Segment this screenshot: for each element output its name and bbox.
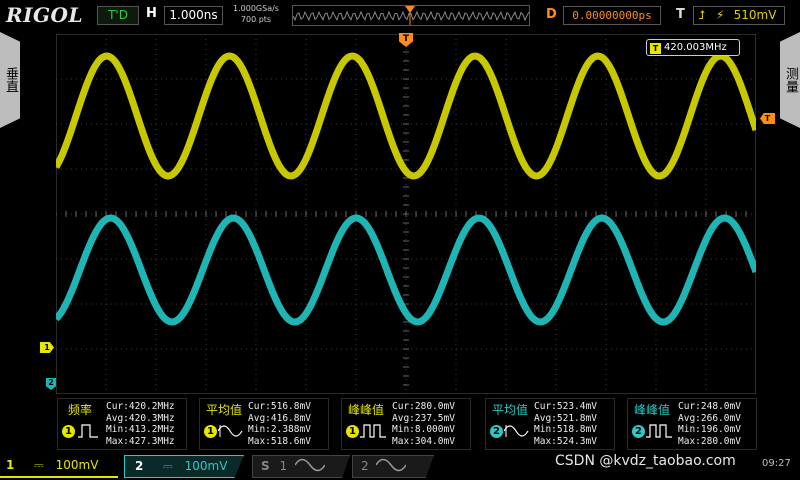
average-icon — [504, 425, 529, 437]
value-min: Min:518.8mV — [534, 424, 597, 435]
value-current: Cur:248.0mV — [678, 401, 741, 412]
ch1-coupling-icon: ⎓ — [34, 458, 44, 472]
source-badge: 2 — [490, 425, 503, 438]
value-max: Max:427.3MHz — [106, 435, 175, 447]
ch2-offset-marker[interactable]: 2 — [46, 378, 56, 390]
measurement-name: 峰峰值 — [348, 403, 385, 417]
ch1-scale: 100mV — [55, 458, 99, 472]
brand-logo: RIGOL — [6, 3, 84, 27]
value-average: Avg:420.3MHz — [106, 412, 175, 424]
source2-status[interactable]: 2 — [352, 455, 434, 478]
channel-status-bar: 1 ⎓ 100mV 2 ⎓ 100mV S 1 2 CSDN @kvdz_tao… — [0, 452, 800, 480]
value-average: Avg:266.0mV — [678, 412, 741, 424]
value-min: Min:196.0mV — [678, 424, 741, 435]
ch2-number: 2 — [135, 459, 144, 473]
measurement-name: 峰峰值 — [634, 403, 671, 417]
ch1-offset-marker[interactable]: 1 — [40, 342, 54, 353]
ch2-scale: 100mV — [184, 459, 228, 473]
clock: 09:27 — [762, 458, 791, 469]
source1-number: 1 — [279, 459, 288, 473]
source2-number: 2 — [361, 459, 369, 473]
source-badge: 1 — [346, 425, 359, 438]
trigger-delay-readout[interactable]: 0.00000000ps — [563, 6, 661, 25]
run-status-indicator[interactable]: T'D — [97, 6, 139, 25]
ch2-marker-label: 2 — [48, 378, 54, 387]
trigger-level-marker-label: T — [764, 114, 771, 123]
measurement-name: 频率 — [68, 403, 93, 417]
memory-waveform-preview — [292, 6, 530, 25]
source-badge: 2 — [632, 425, 645, 438]
value-current: Cur:420.2MHz — [106, 401, 175, 412]
ch2-status[interactable]: 2 ⎓ 100mV — [124, 455, 244, 478]
trigger-level-marker[interactable]: T — [760, 113, 775, 124]
measurement-values: Cur:516.8mV Avg:416.8mV Min:2.388mV Max:518… — [248, 401, 311, 447]
trigger-settings[interactable]: ⮥ ⚡ 510mV — [693, 6, 785, 25]
memory-depth: 700 pts — [240, 15, 272, 24]
measurement-values: Cur:523.4mV Avg:521.8mV Min:518.8mV Max:524… — [534, 401, 597, 447]
measurement-name: 平均值 — [206, 403, 243, 417]
delay-label: D — [546, 7, 557, 22]
frequency-icon — [78, 424, 98, 438]
value-max: Max:524.3mV — [534, 435, 597, 447]
waveform-display — [56, 34, 756, 394]
memory-waveform-bar — [292, 5, 530, 26]
value-min: Min:8.000mV — [392, 424, 455, 435]
sample-info: 1.000GSa/s 700 pts — [226, 3, 286, 25]
value-current: Cur:516.8mV — [248, 401, 311, 412]
measurement-values: Cur:280.0mV Avg:237.5mV Min:8.000mV Max:304… — [392, 401, 455, 447]
sine-wave-icon — [294, 458, 326, 472]
source1-status[interactable]: S 1 — [252, 455, 350, 478]
frequency-value: 420.003MHz — [664, 42, 727, 53]
value-current: Cur:280.0mV — [392, 401, 455, 412]
source-badge: 1 — [62, 425, 75, 438]
peak-to-peak-icon — [360, 424, 386, 438]
measurement-values: Cur:420.2MHz Avg:420.3MHz Min:413.2MHz Max:… — [106, 401, 175, 447]
value-max: Max:518.6mV — [248, 435, 311, 447]
trigger-source-icon: ⮥ — [698, 8, 706, 22]
horizontal-label: H — [146, 6, 157, 21]
sample-rate: 1.000GSa/s — [233, 4, 279, 13]
peak-to-peak-icon — [646, 424, 672, 438]
trigger-level: 510mV — [733, 8, 777, 22]
ch1-marker-label: 1 — [44, 343, 50, 352]
value-average: Avg:521.8mV — [534, 412, 597, 424]
value-current: Cur:523.4mV — [534, 401, 597, 412]
measurement-item[interactable]: 峰峰值 2 Cur:248.0mV Avg:266.0mV Min:196.0mV M… — [627, 398, 757, 450]
source-badge: 1 — [204, 425, 217, 438]
measurement-panel: 频率 1 Cur:420.2MHz Avg:420.3MHz Min:413.2MH… — [0, 396, 800, 450]
vertical-menu-tab[interactable]: 垂直 — [0, 32, 20, 128]
average-icon — [218, 425, 243, 437]
measure-menu-tab[interactable]: 测量 — [780, 32, 800, 128]
trigger-label: T — [676, 7, 685, 22]
source-label: S — [261, 459, 270, 473]
value-max: Max:280.0mV — [678, 435, 741, 447]
frequency-counter: T 420.003MHz — [646, 39, 740, 56]
measurement-item[interactable]: 平均值 1 Cur:516.8mV Avg:416.8mV Min:2.388mV M… — [199, 398, 329, 450]
sine-wave-icon — [375, 458, 408, 472]
trigger-marker-label: T — [402, 34, 410, 44]
ch2-coupling-icon: ⎓ — [163, 459, 173, 473]
value-min: Min:2.388mV — [248, 424, 311, 435]
value-max: Max:304.0mV — [392, 435, 455, 447]
measurement-item[interactable]: 频率 1 Cur:420.2MHz Avg:420.3MHz Min:413.2MH… — [57, 398, 187, 450]
top-status-bar: RIGOL T'D H 1.000ns 1.000GSa/s 700 pts D… — [0, 0, 800, 30]
counter-icon: T — [650, 43, 661, 54]
measurement-item[interactable]: 峰峰值 1 Cur:280.0mV Avg:237.5mV Min:8.000mV M… — [341, 398, 471, 450]
value-average: Avg:237.5mV — [392, 412, 455, 424]
measurement-name: 平均值 — [492, 403, 529, 417]
value-average: Avg:416.8mV — [248, 412, 311, 424]
time-scale-readout[interactable]: 1.000ns — [164, 6, 223, 25]
ch1-status[interactable]: 1 ⎓ 100mV — [0, 455, 118, 478]
watermark: CSDN @kvdz_taobao.com — [555, 453, 736, 469]
value-min: Min:413.2MHz — [106, 424, 175, 435]
ch1-number: 1 — [6, 458, 15, 472]
measurement-item[interactable]: 平均值 2 Cur:523.4mV Avg:521.8mV Min:518.8mV M… — [485, 398, 615, 450]
rising-edge-icon: ⚡ — [715, 8, 725, 22]
measurement-values: Cur:248.0mV Avg:266.0mV Min:196.0mV Max:280… — [678, 401, 741, 447]
